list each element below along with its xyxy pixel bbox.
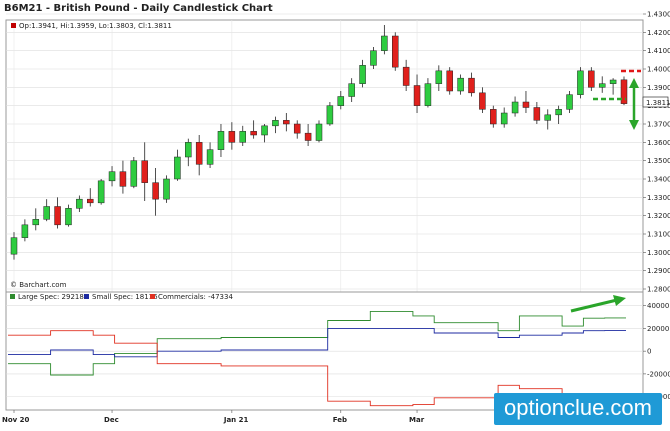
candle-body <box>97 180 105 204</box>
candle-body <box>163 178 170 200</box>
candle-body <box>87 198 94 204</box>
candle-body <box>337 96 345 106</box>
legend-swatch <box>84 294 89 299</box>
candle-body <box>446 70 453 92</box>
candle-body <box>402 66 410 86</box>
ohlc-readout: Op:1.3941, Hi:1.3959, Lo:1.3803, Cl:1.38… <box>19 22 172 30</box>
candle-body <box>577 70 584 95</box>
candle-body <box>479 92 486 110</box>
candle-body <box>185 142 192 158</box>
candle-body <box>21 224 29 238</box>
price-tick-label: 1.3200 <box>647 212 670 220</box>
candle-body <box>261 125 268 136</box>
candle-body <box>141 160 148 183</box>
candle-body <box>206 149 214 165</box>
candle-body <box>293 123 301 134</box>
price-panel <box>5 19 644 293</box>
candle-body <box>490 109 497 125</box>
candle-body <box>65 208 72 226</box>
candle-body <box>588 70 595 88</box>
candle-body <box>76 198 83 209</box>
candle-body <box>174 156 181 180</box>
price-tick-label: 1.2900 <box>647 267 670 275</box>
cot-tick-label: 0 <box>647 348 651 356</box>
chart-title: B6M21 - British Pound - Daily Candlestic… <box>4 3 273 14</box>
candle-body <box>359 65 366 84</box>
candle-body <box>511 101 519 114</box>
price-chart: B6M21 - British Pound - Daily Candlestic… <box>2 3 670 424</box>
candle-body <box>598 83 606 88</box>
candle-body <box>348 83 355 97</box>
candle-body <box>152 182 159 200</box>
legend-swatch <box>150 294 155 299</box>
legend-entry: Commercials: -47334 <box>158 293 233 301</box>
candle-body <box>228 131 236 143</box>
candle-body <box>522 101 530 108</box>
date-label: Mar <box>409 416 425 424</box>
cot-legend: Large Spec: 29218 Small Spec: 18116 Commer… <box>10 293 233 301</box>
legend-swatch <box>10 294 15 299</box>
price-tick-label: 1.3000 <box>647 249 670 257</box>
source-credit: © Barchart.com <box>10 281 67 289</box>
cot-tick-label: 20000 <box>647 325 669 333</box>
price-tick-label: 1.2800 <box>647 286 670 294</box>
candle-body <box>108 171 116 182</box>
price-tick-label: 1.3700 <box>647 121 670 129</box>
date-label: Jan 21 <box>223 416 249 424</box>
candle-body <box>315 123 323 141</box>
candle-body <box>435 70 443 84</box>
price-tick-label: 1.4300 <box>647 11 670 19</box>
candle-body <box>54 206 61 226</box>
candle-body <box>130 160 138 187</box>
candle-body <box>566 94 573 110</box>
date-label: Feb <box>333 416 347 424</box>
candle-body <box>555 109 562 116</box>
candle-body <box>413 85 421 106</box>
price-tick-label: 1.3100 <box>647 231 670 239</box>
candle-body <box>283 120 290 125</box>
cot-tick-label: 40000 <box>647 302 669 310</box>
candle-body <box>239 131 246 143</box>
date-label: Dec <box>104 416 119 424</box>
candle-body <box>326 105 334 125</box>
candle-body <box>119 171 127 187</box>
candle-body <box>195 142 203 165</box>
candle-body <box>381 35 388 51</box>
price-tick-label: 1.4200 <box>647 29 670 37</box>
candle-body <box>304 132 312 141</box>
candle-body <box>544 114 551 121</box>
candle-body <box>533 107 541 121</box>
price-tick-label: 1.3300 <box>647 194 670 202</box>
last-price-label: 1.3811 <box>646 99 670 107</box>
price-axis: 1.43001.42001.41001.40001.39001.38001.37… <box>643 11 670 294</box>
date-label: Nov 20 <box>2 416 30 424</box>
price-tick-label: 1.3400 <box>647 176 670 184</box>
candle-body <box>10 237 18 255</box>
cot-tick-label: -20000 <box>647 370 670 378</box>
candle-body <box>424 83 432 106</box>
candle-body <box>392 35 399 68</box>
candle-body <box>500 112 508 125</box>
candle-body <box>272 120 279 127</box>
candle-body <box>250 131 257 136</box>
price-tick-label: 1.3600 <box>647 139 670 147</box>
candle-body <box>43 206 50 220</box>
ohlc-marker-icon <box>11 23 16 28</box>
price-tick-label: 1.3500 <box>647 157 670 165</box>
candle-body <box>457 77 464 92</box>
price-tick-label: 1.4100 <box>647 47 670 55</box>
candle-body <box>468 77 475 94</box>
candle-body <box>609 79 617 84</box>
watermark-logo: optionclue.com <box>494 393 662 425</box>
legend-entry: Small Spec: 18116 <box>92 293 158 301</box>
cot-axis: 40000200000-20000-40000 <box>643 302 670 401</box>
candle-body <box>370 50 377 66</box>
legend-entry: Large Spec: 29218 <box>18 293 84 301</box>
candle-body <box>32 219 40 226</box>
price-tick-label: 1.3900 <box>647 84 670 92</box>
price-tick-label: 1.4000 <box>647 66 670 74</box>
candle-body <box>217 131 225 150</box>
